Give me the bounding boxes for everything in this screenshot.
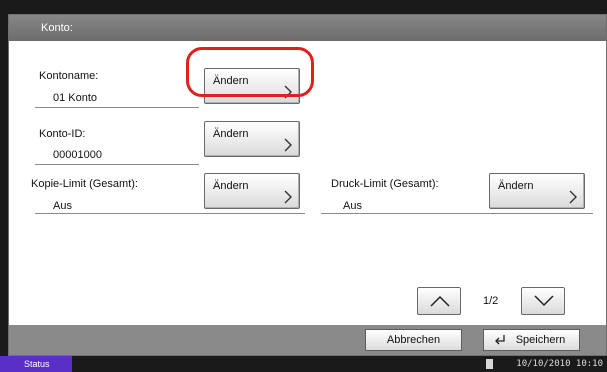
chevron-right-icon [284, 138, 292, 152]
dialog-title: Konto: [9, 15, 606, 41]
copy-limit-underline [35, 213, 305, 214]
change-button-label: Ändern [213, 180, 249, 192]
save-button[interactable]: Speichern [483, 329, 580, 351]
page-up-button[interactable] [417, 287, 461, 315]
copy-limit-value: Aus [53, 200, 72, 212]
memory-card-icon [486, 359, 493, 369]
change-button-label: Ändern [213, 75, 249, 87]
print-limit-label: Druck-Limit (Gesamt): [331, 178, 439, 190]
enter-icon [495, 335, 505, 345]
change-account-name-button[interactable]: Ändern [204, 68, 300, 104]
change-account-id-button[interactable]: Ändern [204, 121, 300, 157]
account-id-underline [35, 164, 199, 165]
page-down-button[interactable] [521, 287, 565, 315]
change-copy-limit-button[interactable]: Ändern [204, 173, 300, 209]
chevron-right-icon [284, 85, 292, 99]
change-button-label: Ändern [213, 128, 249, 140]
save-button-label: Speichern [515, 334, 566, 346]
change-button-label: Ändern [498, 180, 534, 192]
cancel-button[interactable]: Abbrechen [365, 329, 462, 351]
account-name-underline [35, 107, 199, 108]
account-name-value: 01 Konto [53, 92, 98, 104]
account-dialog: Konto: Kontoname: 01 Konto Ändern Konto-… [8, 14, 607, 356]
account-id-value: 00001000 [53, 149, 102, 161]
account-name-label: Kontoname: [39, 70, 99, 82]
status-bar: Status 10/10/2010 10:10 [0, 356, 607, 372]
print-limit-underline [321, 213, 593, 214]
status-button[interactable]: Status [0, 356, 72, 372]
action-bar: Abbrechen Speichern [9, 325, 606, 355]
datetime-display: 10/10/2010 10:10 [516, 359, 603, 369]
chevron-down-icon [534, 295, 554, 307]
copy-limit-label: Kopie-Limit (Gesamt): [31, 178, 138, 190]
account-id-label: Konto-ID: [39, 128, 86, 140]
page-indicator: 1/2 [483, 295, 499, 307]
chevron-right-icon [569, 190, 577, 204]
chevron-up-icon [430, 295, 450, 307]
chevron-right-icon [284, 190, 292, 204]
content-area: Kontoname: 01 Konto Ändern Konto-ID: 000… [9, 41, 606, 325]
change-print-limit-button[interactable]: Ändern [489, 173, 585, 209]
print-limit-value: Aus [343, 200, 362, 212]
